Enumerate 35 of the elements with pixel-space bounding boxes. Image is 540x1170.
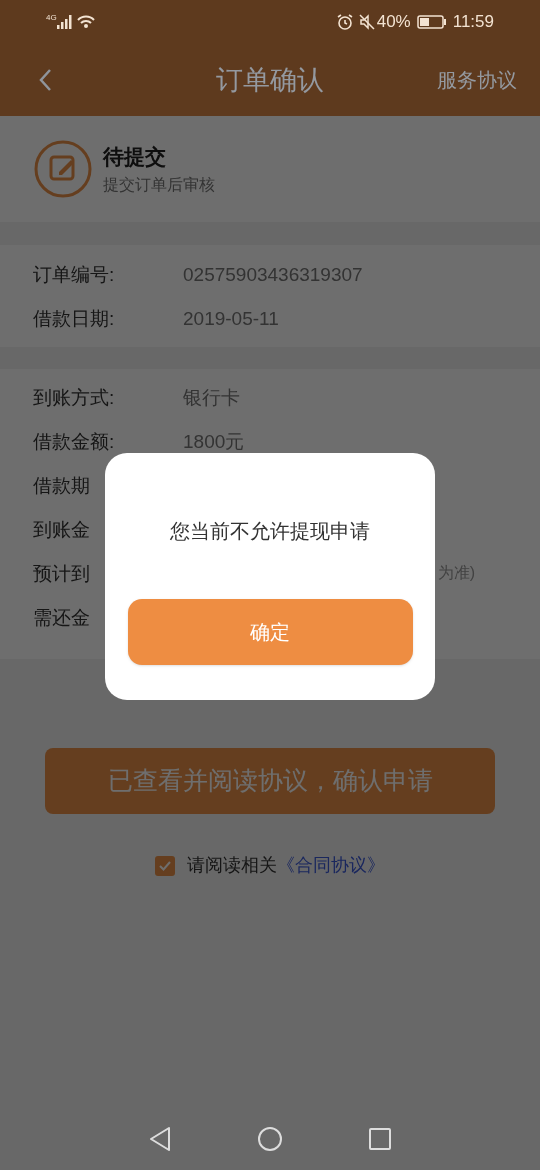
dialog-message: 您当前不允许提现申请 xyxy=(170,519,370,544)
ok-button[interactable]: 确定 xyxy=(127,599,413,665)
field-value: 银行卡 xyxy=(183,387,240,407)
field-label: 需还金 xyxy=(33,607,90,627)
contract-link[interactable]: 《合同协议》 xyxy=(277,855,385,875)
field-label: 借款期 xyxy=(33,475,90,495)
battery-percent: 40% xyxy=(376,11,411,34)
field-label: 借款金额: xyxy=(33,431,115,451)
field-label: 到账金 xyxy=(33,519,90,539)
status-subtitle: 提交订单后审核 xyxy=(103,174,215,195)
battery-icon xyxy=(416,15,447,29)
field-label: 预计到 xyxy=(33,563,90,583)
confirm-apply-button[interactable]: 已查看并阅读协议，确认申请 xyxy=(45,748,495,814)
service-agreement-link[interactable]: 服务协议 xyxy=(437,65,517,95)
field-label: 订单编号: xyxy=(33,264,115,284)
agreement-checkbox[interactable] xyxy=(155,855,175,876)
field-label: 借款日期: xyxy=(33,308,115,328)
mute-icon xyxy=(358,14,375,30)
field-value: 02575903436319307 xyxy=(183,264,363,284)
agreement-text: 请阅读相关 xyxy=(187,855,277,875)
page-title: 订单确认 xyxy=(216,63,324,97)
status-title: 待提交 xyxy=(103,144,167,171)
wifi-icon xyxy=(76,15,95,29)
signal-icon xyxy=(56,15,73,29)
clock-time: 11:59 xyxy=(452,11,494,34)
alarm-icon xyxy=(336,14,353,30)
field-label: 到账方式: xyxy=(33,387,115,407)
field-value: 1800元 xyxy=(183,431,245,451)
edit-icon xyxy=(33,139,93,199)
back-nav-icon[interactable] xyxy=(148,1126,172,1152)
field-value: 2019-05-11 xyxy=(183,308,279,328)
recents-nav-icon[interactable] xyxy=(368,1127,392,1151)
back-icon[interactable] xyxy=(38,68,52,92)
home-nav-icon[interactable] xyxy=(257,1126,283,1152)
network-type: 4G xyxy=(46,12,57,24)
